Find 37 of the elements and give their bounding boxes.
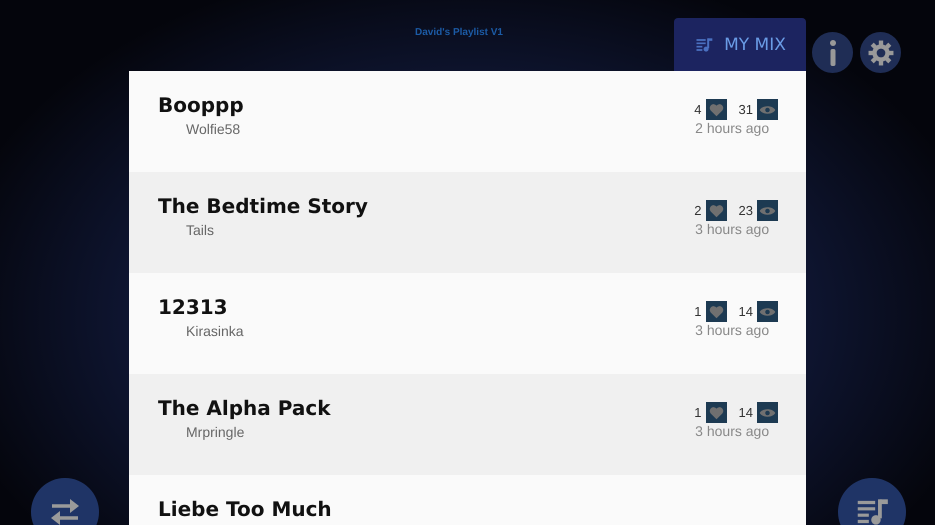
- like-count: 1: [694, 304, 702, 319]
- track-title: Liebe Too Much: [158, 497, 332, 521]
- playlist-row[interactable]: Liebe Too Much: [129, 475, 806, 525]
- track-title: The Bedtime Story: [158, 194, 368, 218]
- track-author: Kirasinka: [186, 323, 244, 339]
- eye-icon: [757, 99, 778, 120]
- view-count: 31: [738, 102, 753, 117]
- playlist-row[interactable]: The Bedtime Story Tails 2 23 3 hours ago: [129, 172, 806, 273]
- eye-icon: [757, 200, 778, 221]
- settings-icon: [868, 40, 894, 66]
- swap-arrows-icon: [48, 496, 80, 525]
- track-author: Mrpringle: [186, 424, 246, 440]
- like-count: 4: [694, 102, 702, 117]
- my-mix-button[interactable]: MY MIX: [674, 18, 806, 71]
- track-title: The Alpha Pack: [158, 396, 331, 420]
- playlist-row[interactable]: The Alpha Pack Mrpringle 1 14 3 hours ago: [129, 374, 806, 475]
- playlist-row[interactable]: 12313 Kirasinka 1 14 3 hours ago: [129, 273, 806, 374]
- like-count: 2: [694, 203, 702, 218]
- track-author: Wolfie58: [186, 121, 242, 137]
- settings-button[interactable]: [860, 32, 901, 73]
- info-button[interactable]: [812, 32, 853, 73]
- info-icon: [828, 38, 836, 66]
- view-count: 14: [738, 304, 753, 319]
- time-ago: 3 hours ago: [695, 423, 770, 439]
- eye-icon: [757, 402, 778, 423]
- playlist-title: David's Playlist V1: [415, 27, 503, 38]
- track-title: Booppp: [158, 93, 244, 117]
- playlist-row[interactable]: Booppp Wolfie58 4 31 2 hours ago: [129, 71, 806, 172]
- track-author: Tails: [186, 222, 216, 238]
- time-ago: 3 hours ago: [695, 322, 770, 338]
- view-count: 23: [738, 203, 753, 218]
- view-count: 14: [738, 405, 753, 420]
- like-count: 1: [694, 405, 702, 420]
- track-title: 12313: [158, 295, 229, 319]
- eye-icon: [757, 301, 778, 322]
- time-ago: 3 hours ago: [695, 221, 770, 237]
- time-ago: 2 hours ago: [695, 120, 770, 136]
